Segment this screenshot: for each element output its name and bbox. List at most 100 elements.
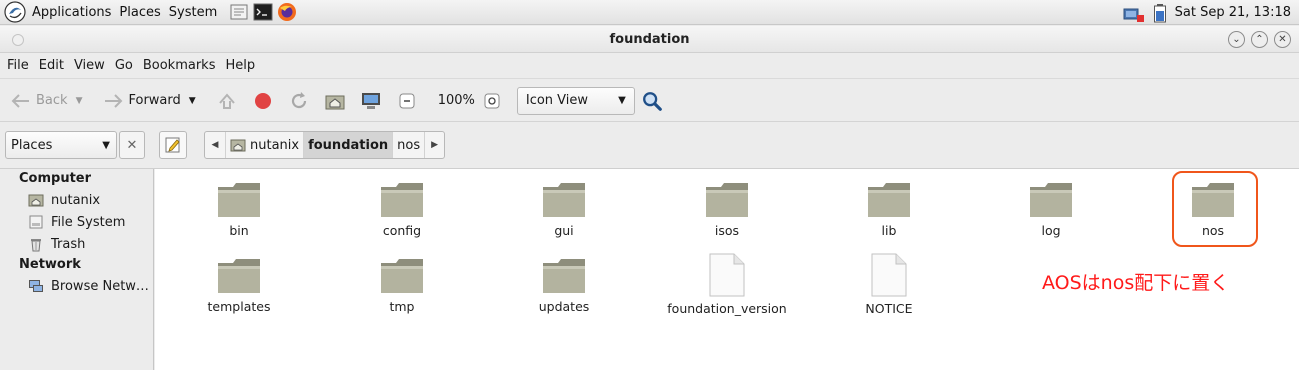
file-name: config xyxy=(382,223,422,238)
zoom-out-icon xyxy=(396,90,418,112)
breadcrumb-segment-nos[interactable]: nos xyxy=(392,132,424,158)
breadcrumb-label: nos xyxy=(397,137,421,153)
sidebar-item-label: File System xyxy=(51,214,126,230)
stop-icon xyxy=(252,90,274,112)
menu-help[interactable]: Help xyxy=(225,58,255,73)
applications-menu[interactable]: Applications xyxy=(32,5,111,20)
folder-icon xyxy=(1030,183,1072,217)
zoom-in-icon xyxy=(481,90,503,112)
breadcrumb-scroll-left[interactable]: ◀ xyxy=(205,132,225,158)
menu-view[interactable]: View xyxy=(74,58,105,73)
distro-logo-icon[interactable] xyxy=(4,1,26,23)
maximize-button[interactable]: ⌃ xyxy=(1251,31,1268,48)
reload-button[interactable] xyxy=(288,90,314,112)
zoom-out-button[interactable] xyxy=(396,90,422,112)
breadcrumb-scroll-right[interactable]: ▶ xyxy=(424,132,444,158)
stop-button[interactable] xyxy=(252,90,278,112)
file-name: foundation_version xyxy=(667,301,787,316)
folder-icon xyxy=(381,259,423,293)
sidebar-item-file-system[interactable]: File System xyxy=(0,211,153,233)
breadcrumb-label: nutanix xyxy=(250,137,300,153)
sidebar-item-nutanix[interactable]: nutanix xyxy=(0,189,153,211)
folder-icon xyxy=(868,183,910,217)
window-titlebar[interactable]: foundation ⌄ ⌃ ✕ xyxy=(0,26,1299,53)
folder-item-config[interactable]: config xyxy=(342,181,462,238)
system-menu[interactable]: System xyxy=(169,5,217,20)
menu-bookmarks[interactable]: Bookmarks xyxy=(143,58,216,73)
zoom-level: 100% xyxy=(437,93,475,108)
folder-icon xyxy=(381,183,423,217)
back-history-dropdown[interactable]: ▼ xyxy=(76,96,83,106)
close-icon: ✕ xyxy=(126,137,138,153)
sidebar: Computer nutanix File System Trash Netwo… xyxy=(0,169,154,370)
trash-icon xyxy=(28,236,44,252)
computer-button[interactable] xyxy=(360,90,386,112)
view-mode-select[interactable]: Icon View ▼ xyxy=(516,86,635,115)
search-button[interactable] xyxy=(641,90,667,112)
terminal-launcher-icon[interactable] xyxy=(253,2,273,22)
network-status-icon[interactable] xyxy=(1123,3,1145,23)
home-folder-icon xyxy=(230,139,246,152)
back-button[interactable]: Back ▼ xyxy=(10,90,82,112)
file-name: isos xyxy=(714,223,740,238)
battery-icon[interactable] xyxy=(1153,3,1167,23)
arrow-right-icon xyxy=(102,90,124,112)
network-icon xyxy=(28,278,44,294)
menu-file[interactable]: File xyxy=(7,58,29,73)
sidebar-section-network: Network xyxy=(19,257,81,272)
firefox-launcher-icon[interactable] xyxy=(277,2,297,22)
breadcrumb-label: foundation xyxy=(308,137,389,153)
close-button[interactable]: ✕ xyxy=(1274,31,1291,48)
sidebar-mode-select[interactable]: Places ▼ xyxy=(5,131,117,159)
home-folder-icon xyxy=(28,192,44,208)
forward-history-dropdown[interactable]: ▼ xyxy=(189,96,196,106)
sidebar-section-computer: Computer xyxy=(19,171,92,186)
forward-button[interactable]: Forward ▼ xyxy=(102,90,196,112)
folder-icon xyxy=(706,183,748,217)
back-label: Back xyxy=(36,93,68,108)
menubar: File Edit View Go Bookmarks Help xyxy=(0,53,1299,79)
file-item-foundation-version[interactable]: foundation_version xyxy=(667,253,787,316)
text-editor-launcher-icon[interactable] xyxy=(229,2,249,22)
folder-item-log[interactable]: log xyxy=(991,181,1111,238)
close-icon: ✕ xyxy=(1278,33,1287,45)
folder-icon xyxy=(218,259,260,293)
chevron-down-icon: ▼ xyxy=(618,95,626,106)
file-item-notice[interactable]: NOTICE xyxy=(829,253,949,316)
chevron-up-icon: ⌃ xyxy=(1255,33,1264,45)
minimize-button[interactable]: ⌄ xyxy=(1228,31,1245,48)
up-button[interactable] xyxy=(216,90,242,112)
close-sidebar-button[interactable]: ✕ xyxy=(119,131,145,159)
file-name: bin xyxy=(229,223,249,238)
drive-icon xyxy=(28,214,44,230)
file-name: lib xyxy=(881,223,897,238)
toggle-location-entry-button[interactable] xyxy=(159,131,187,159)
folder-item-isos[interactable]: isos xyxy=(667,181,787,238)
folder-item-gui[interactable]: gui xyxy=(504,181,624,238)
file-name: log xyxy=(1041,223,1061,238)
folder-item-lib[interactable]: lib xyxy=(829,181,949,238)
chevron-down-icon: ▼ xyxy=(102,139,110,151)
file-name: gui xyxy=(554,223,574,238)
breadcrumb-segment-nutanix[interactable]: nutanix xyxy=(225,132,303,158)
sidebar-item-browse-network[interactable]: Browse Netw… xyxy=(0,275,153,297)
zoom-in-button[interactable] xyxy=(481,90,507,112)
menu-go[interactable]: Go xyxy=(115,58,133,73)
menu-edit[interactable]: Edit xyxy=(39,58,64,73)
home-folder-icon xyxy=(324,90,346,112)
folder-icon xyxy=(543,183,585,217)
folder-item-updates[interactable]: updates xyxy=(504,257,624,314)
sidebar-item-trash[interactable]: Trash xyxy=(0,233,153,255)
folder-item-bin[interactable]: bin xyxy=(179,181,299,238)
places-menu[interactable]: Places xyxy=(119,5,160,20)
text-file-icon xyxy=(709,253,745,297)
folder-item-tmp[interactable]: tmp xyxy=(342,257,462,314)
toolbar: Back ▼ Forward ▼ 100% Icon View ▼ xyxy=(0,80,1299,122)
sidebar-mode-value: Places xyxy=(11,137,53,153)
folder-item-templates[interactable]: templates xyxy=(179,257,299,314)
sidebar-item-label: Trash xyxy=(51,236,86,252)
breadcrumb-segment-foundation[interactable]: foundation xyxy=(303,132,393,158)
clock[interactable]: Sat Sep 21, 13:18 xyxy=(1175,5,1291,20)
view-mode-value: Icon View xyxy=(525,93,589,108)
home-button[interactable] xyxy=(324,90,350,112)
